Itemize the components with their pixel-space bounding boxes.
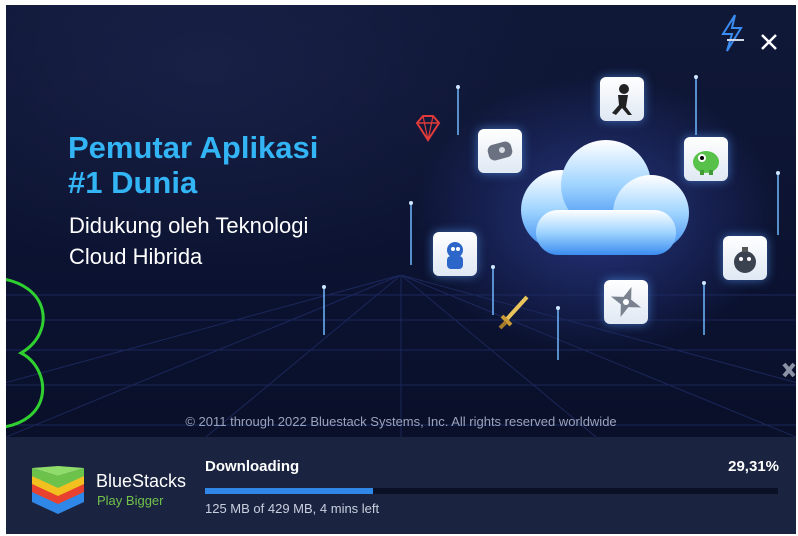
- download-status: Downloading: [205, 458, 300, 475]
- download-footer: BlueStacks Play Bigger Downloading 29,31…: [6, 437, 796, 534]
- copyright-text: © 2011 through 2022 Bluestack Systems, I…: [185, 414, 617, 429]
- progress-fill: [205, 488, 373, 494]
- gem-icon: [415, 115, 441, 142]
- shuriken-icon: [604, 280, 648, 324]
- progress-bar: [205, 488, 778, 494]
- spaceman-icon: [433, 232, 477, 276]
- download-detail: 125 MB of 429 MB, 4 mins left: [205, 501, 380, 516]
- gamepad-icon: [478, 129, 522, 173]
- sword-icon: [498, 295, 529, 330]
- brand-tagline: Play Bigger: [97, 493, 164, 508]
- dino-icon: [684, 137, 728, 181]
- close-icon[interactable]: [756, 29, 782, 55]
- hero-title: Pemutar Aplikasi #1 Dunia: [68, 130, 319, 200]
- cloud-icon: [521, 140, 689, 255]
- download-percent: 29,31%: [728, 458, 779, 475]
- bomb-icon: [723, 236, 767, 280]
- hero-subtitle: Didukung oleh Teknologi Cloud Hibrida: [69, 213, 309, 269]
- lightning-icon[interactable]: [718, 13, 746, 53]
- green-arc-decoration: [6, 278, 45, 428]
- installer-window: Pemutar Aplikasi #1 Dunia Didukung oleh …: [6, 5, 796, 534]
- ninja-icon: [600, 77, 644, 121]
- side-x-decoration: [782, 362, 796, 378]
- bluestacks-logo: [32, 466, 84, 514]
- hero-banner: Pemutar Aplikasi #1 Dunia Didukung oleh …: [6, 5, 796, 437]
- brand-name: BlueStacks: [96, 471, 187, 491]
